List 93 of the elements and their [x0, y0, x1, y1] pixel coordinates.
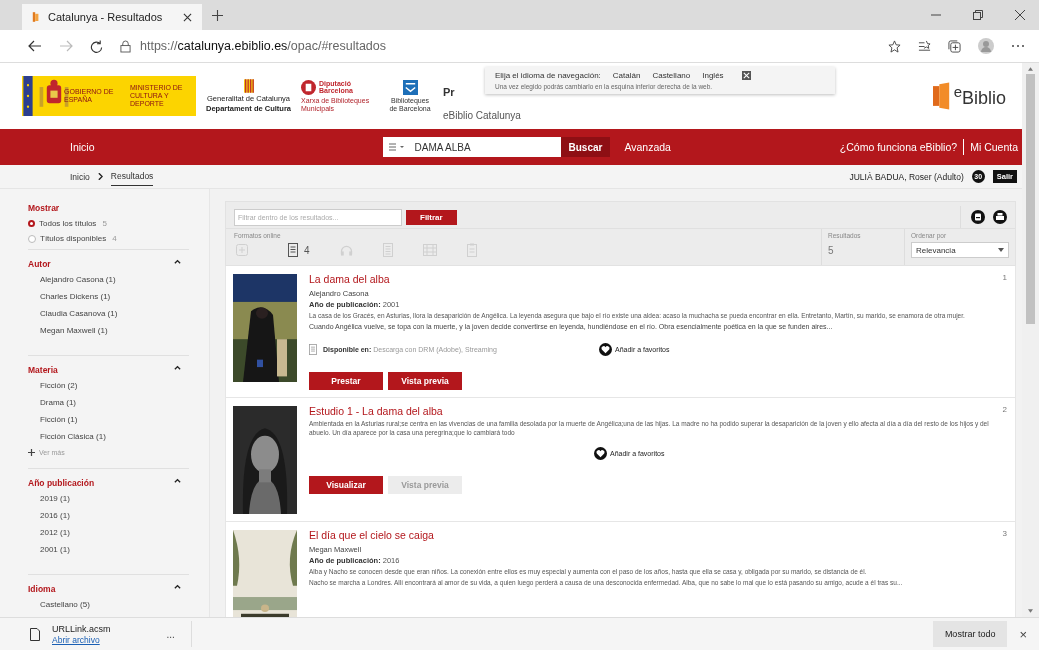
close-icon[interactable] [1015, 10, 1025, 20]
scroll-thumb[interactable] [1026, 74, 1035, 324]
back-icon[interactable] [28, 40, 42, 52]
restore-icon[interactable] [973, 10, 983, 20]
results-count: 5 [828, 245, 835, 256]
filter-button[interactable]: Filtrar [406, 209, 457, 225]
facet-link[interactable]: Ficción Clásica (1) [28, 432, 189, 441]
collapse-icon[interactable] [174, 584, 181, 589]
star-icon[interactable] [888, 39, 901, 53]
breadcrumb-link[interactable]: Inicio [70, 167, 90, 186]
facet-title: Año publicación [28, 478, 95, 488]
language-link[interactable]: Castellano [652, 71, 691, 80]
favorites-icon[interactable] [918, 39, 931, 53]
refresh-icon[interactable] [90, 39, 103, 53]
result-title-link[interactable]: La dama del alba [309, 273, 390, 285]
diputacio-logo-icon [301, 79, 317, 95]
print-icon[interactable] [993, 210, 1007, 224]
ebook-icon[interactable] [288, 243, 298, 257]
scroll-up-icon[interactable] [1028, 67, 1033, 71]
scrollbar[interactable] [1022, 63, 1039, 617]
facet-link[interactable]: Charles Dickens (1) [28, 292, 189, 301]
avatar-icon[interactable] [978, 38, 994, 54]
file-icon [30, 627, 40, 641]
search-button[interactable]: Buscar [560, 137, 611, 157]
result-action-button[interactable]: Vista previa [388, 371, 462, 390]
show-all-button[interactable]: Mostrar todo [932, 621, 1008, 647]
collapse-icon[interactable] [174, 478, 181, 483]
facet-link[interactable]: Claudia Casanova (1) [28, 309, 189, 318]
user-name: JULIÀ BADUA, Roser (Adulto) [849, 171, 964, 182]
home-link[interactable]: Inicio [70, 141, 95, 153]
language-link[interactable]: Inglés [702, 71, 724, 80]
address-field[interactable]: https://catalunya.ebiblio.es/opac/#resultados [140, 39, 386, 53]
result-title-link[interactable]: El día que el cielo se caiga [309, 528, 434, 541]
facet-link[interactable]: 2016 (1) [28, 511, 189, 520]
search-field[interactable]: DAMA ALBA [382, 137, 561, 157]
account-link[interactable]: Mi Cuenta [970, 141, 1018, 153]
caret-icon [998, 248, 1004, 252]
close-button[interactable]: × [1019, 626, 1027, 642]
favicon-icon [32, 11, 40, 23]
more-icon[interactable] [1011, 44, 1025, 48]
result-action-button[interactable]: Prestar [309, 371, 383, 390]
ebiblio-logo[interactable]: $^{e}$Biblio [953, 83, 1006, 109]
language-link[interactable]: Catalán [612, 71, 641, 80]
facet-title: Materia [28, 365, 58, 375]
close-icon[interactable] [183, 12, 192, 22]
facet-link[interactable]: 2019 (1) [28, 494, 189, 503]
facet-link[interactable]: Alejandro Casona (1) [28, 275, 189, 284]
help-link[interactable]: ¿Cómo funciona eBiblio? [839, 141, 958, 153]
library-logo-icon [402, 79, 418, 95]
facet-title: Autor [28, 259, 51, 269]
facet-link[interactable]: Ficción (2) [28, 381, 189, 390]
ebook-icon [309, 343, 317, 355]
facet-link[interactable]: 2001 (1) [28, 545, 189, 554]
clipboard-icon[interactable] [466, 243, 477, 257]
sort-dropdown[interactable]: Relevancia [911, 242, 1009, 258]
more-options-button[interactable]: ... [166, 628, 175, 640]
format-count: 4 [304, 244, 310, 256]
catalan-flag-icon [243, 79, 254, 93]
breadcrumb-link[interactable]: Resultados [110, 167, 154, 186]
platform-name: eBiblio Catalunya [443, 109, 521, 121]
plus-icon [28, 449, 35, 456]
chevron-icon [97, 173, 103, 180]
platform-title: Pr [443, 85, 455, 98]
facet-title: Idioma [28, 584, 56, 594]
advanced-search-link[interactable]: Avanzada [624, 141, 671, 153]
filter-radio[interactable]: Todos los títulos 5 [28, 219, 189, 228]
facet-title: Mostrar [28, 203, 61, 213]
result-title-link[interactable]: Estudio 1 - La dama del alba [309, 404, 443, 417]
language-prompt: Elija el idioma de navegación: [495, 71, 601, 80]
result-number: 2 [1002, 404, 1007, 416]
facet-link[interactable]: Ficción (1) [28, 415, 189, 424]
open-file-link[interactable]: Abrir archivo [52, 634, 111, 645]
result-action-button[interactable]: Visualizar [309, 476, 383, 495]
tab-title: Catalunya - Resultados [48, 11, 164, 23]
browser-tab[interactable]: Catalunya - Resultados [22, 4, 202, 30]
filter-radio[interactable]: Títulos disponibles 4 [28, 234, 189, 243]
result-number: 3 [1002, 528, 1007, 540]
collapse-icon[interactable] [174, 365, 181, 370]
result-number: 1 [1002, 273, 1007, 284]
facet-link[interactable]: Castellano (5) [28, 600, 189, 609]
save-icon[interactable] [971, 210, 985, 224]
facet-link[interactable]: Drama (1) [28, 398, 189, 407]
heart-icon [599, 342, 612, 356]
lock-icon [120, 39, 131, 53]
facet-link[interactable]: 2012 (1) [28, 528, 189, 537]
door-logo-icon [932, 82, 951, 110]
new-tab-icon[interactable] [212, 9, 223, 21]
collapse-icon[interactable] [174, 259, 181, 264]
scroll-down-icon[interactable] [1028, 609, 1033, 613]
heart-icon [594, 447, 607, 461]
file-name: URLLink.acsm [52, 623, 111, 634]
collections-icon[interactable] [948, 39, 961, 53]
facet-link[interactable]: Megan Maxwell (1) [28, 326, 189, 335]
